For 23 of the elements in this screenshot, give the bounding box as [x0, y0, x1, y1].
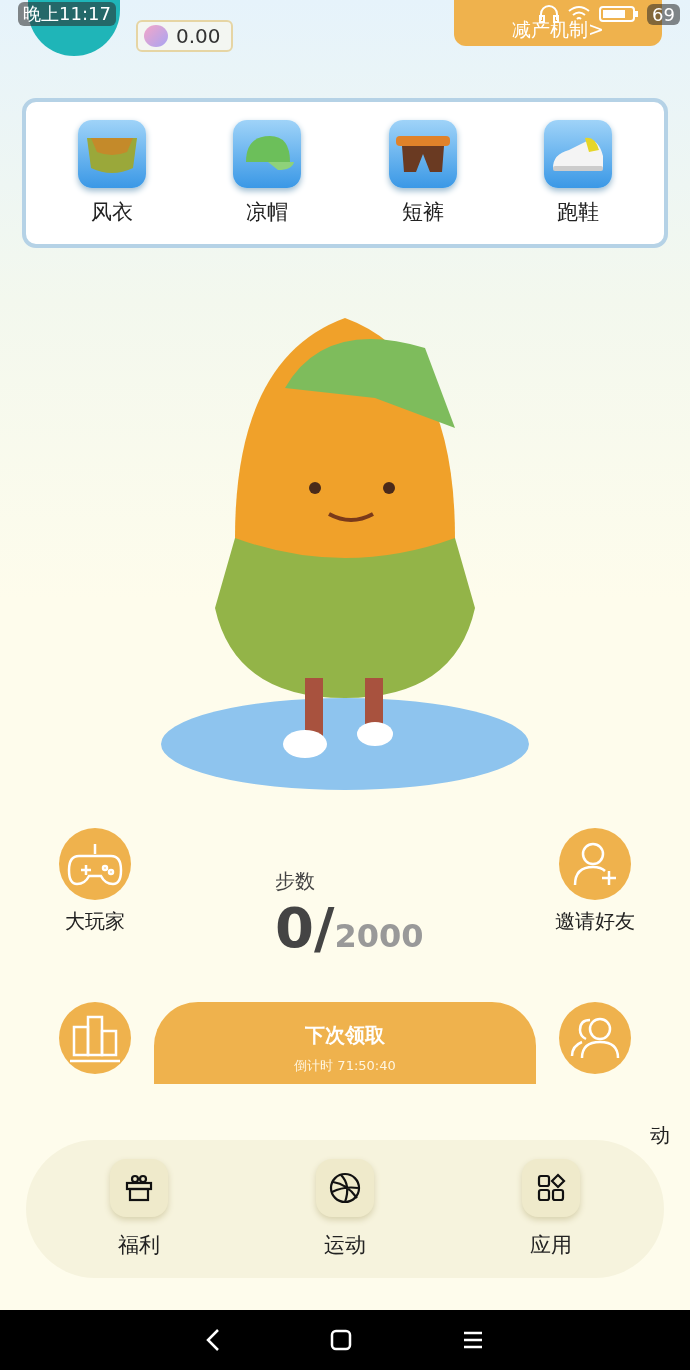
side-action[interactable]: 邀请好友 — [520, 828, 670, 960]
podium-icon — [68, 1013, 122, 1063]
menu-icon[interactable] — [462, 1330, 484, 1350]
basketball-icon — [329, 1172, 361, 1204]
side-action[interactable]: 大玩家 — [20, 828, 170, 960]
apps-icon — [536, 1173, 566, 1203]
outfit-item[interactable]: 跑鞋 — [544, 120, 613, 226]
gift-icon — [124, 1173, 154, 1203]
steps-label: 步数 — [275, 868, 316, 895]
balance-badge: 0.00 — [136, 20, 233, 52]
gem-icon — [144, 25, 168, 47]
home-icon[interactable] — [330, 1329, 352, 1351]
step-count: 0/2000 — [275, 895, 425, 960]
outfit-item[interactable]: 短裤 — [388, 120, 457, 226]
action-label: 动 — [650, 1122, 670, 1149]
gamepad-icon — [67, 842, 123, 886]
add-user-icon — [573, 841, 617, 887]
battery-icon — [599, 5, 640, 23]
outfit-item[interactable]: 风衣 — [77, 120, 146, 226]
users-icon — [570, 1016, 620, 1060]
status-time: 晚上11:17 — [18, 2, 116, 26]
outfit-item[interactable]: 凉帽 — [233, 120, 302, 226]
back-icon[interactable] — [206, 1328, 220, 1352]
